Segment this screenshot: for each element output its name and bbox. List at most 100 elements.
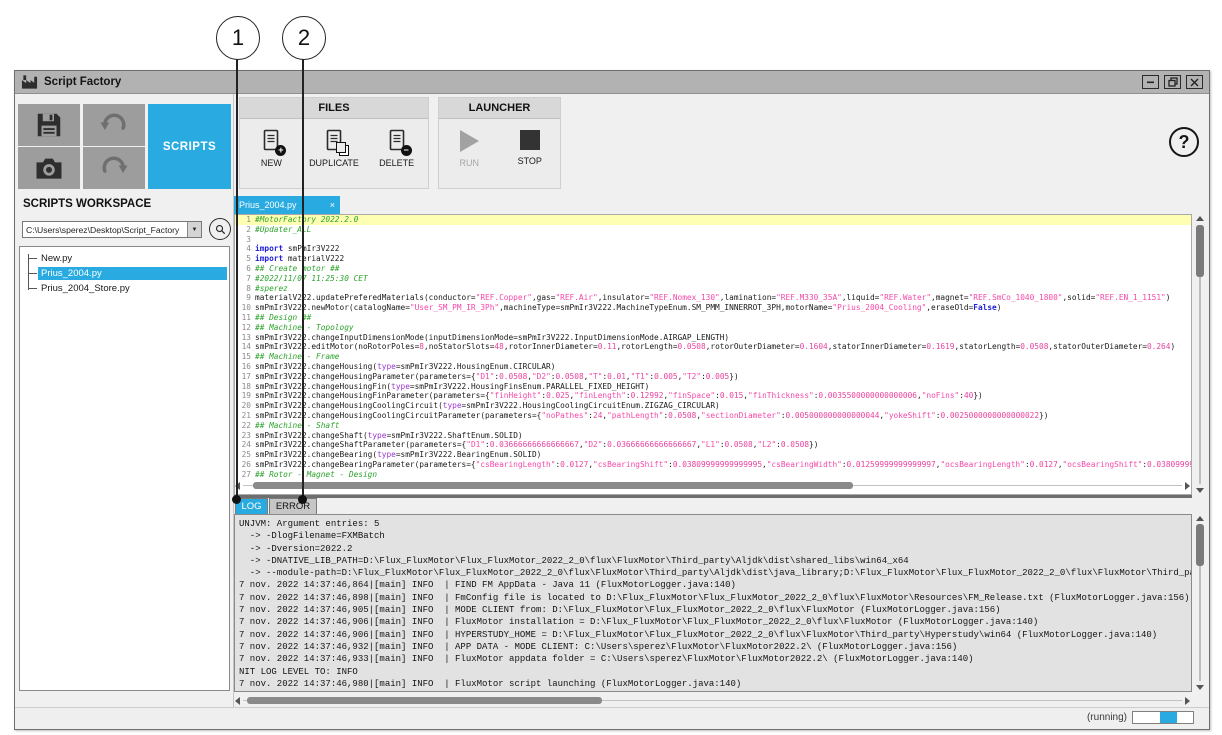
code-line-19[interactable]: 19smPmIr3V222.changeHousingFinParameter(…: [235, 391, 1191, 401]
line-number: 5: [235, 254, 255, 264]
tab-close-icon[interactable]: ×: [330, 200, 335, 210]
files-group-title: FILES: [240, 98, 428, 119]
code-line-24[interactable]: 24smPmIr3V222.changeShaftParameter(param…: [235, 440, 1191, 450]
stop-icon: [520, 130, 540, 150]
editor-vertical-scrollbar[interactable]: [1193, 215, 1207, 494]
file-item-New.py[interactable]: New.py: [28, 251, 227, 266]
restore-button[interactable]: [1164, 75, 1181, 89]
scroll-down-icon[interactable]: [1196, 488, 1204, 493]
code-text: #2022/11/07 11:25:30 CET: [255, 274, 368, 284]
code-line-23[interactable]: 23smPmIr3V222.changeShaft(type=smPmIr3V2…: [235, 431, 1191, 441]
code-line-9[interactable]: 9materialV222.updatePreferedMaterials(co…: [235, 293, 1191, 303]
code-line-1[interactable]: 1#MotorFactory 2022.2.0: [235, 215, 1191, 225]
code-editor[interactable]: 1#MotorFactory 2022.2.02#Updater_ALL34im…: [234, 214, 1192, 495]
editor-tab-prius-2004[interactable]: Prius_2004.py ×: [234, 196, 340, 214]
new-script-button[interactable]: + NEW: [241, 128, 301, 168]
line-number: 1: [235, 215, 255, 225]
scripts-tab-button[interactable]: SCRIPTS: [148, 104, 231, 189]
code-line-3[interactable]: 3: [235, 235, 1191, 245]
code-line-22[interactable]: 22## Machine - Shaft: [235, 421, 1191, 431]
code-line-25[interactable]: 25smPmIr3V222.changeBearing(type=smPmIr3…: [235, 450, 1191, 460]
code-line-5[interactable]: 5import materialV222: [235, 254, 1191, 264]
log-line-12: 7 nov. 2022 14:37:46,933|[main] INFO | F…: [239, 653, 1191, 665]
line-number: 20: [235, 401, 255, 411]
browse-folder-button[interactable]: [209, 218, 231, 240]
log-line-1: UNJVM: Argument entries: 5: [239, 518, 1191, 530]
files-group: FILES + NEW DUPLICATE −: [239, 97, 429, 189]
file-item-Prius_2004.py[interactable]: Prius_2004.py: [28, 266, 227, 281]
undo-button[interactable]: [83, 104, 145, 146]
editor-hscroll-thumb[interactable]: [253, 482, 853, 489]
duplicate-script-button[interactable]: DUPLICATE: [304, 128, 364, 168]
plus-badge-icon: +: [275, 145, 286, 156]
code-line-4[interactable]: 4import smPmIr3V222: [235, 244, 1191, 254]
code-line-8[interactable]: 8#sperez: [235, 284, 1191, 294]
line-number: 24: [235, 440, 255, 450]
file-item-Prius_2004_Store.py[interactable]: Prius_2004_Store.py: [28, 281, 227, 296]
code-line-10[interactable]: 10smPmIr3V222.newMotor(catalogName="User…: [235, 303, 1191, 313]
stop-button[interactable]: STOP: [504, 128, 556, 166]
editor-console-divider[interactable]: [234, 495, 1192, 498]
editor-vscroll-thumb[interactable]: [1196, 225, 1204, 277]
scroll-up-icon[interactable]: [1196, 216, 1204, 221]
line-number: 25: [235, 450, 255, 460]
title-bar[interactable]: Script Factory: [15, 71, 1209, 94]
duplicate-document-icon: [321, 128, 347, 154]
editor-horizontal-scrollbar[interactable]: [235, 480, 1190, 491]
code-line-20[interactable]: 20smPmIr3V222.changeHousingCoolingCircui…: [235, 401, 1191, 411]
save-button[interactable]: [18, 104, 80, 146]
delete-button-label: DELETE: [379, 158, 414, 168]
code-line-13[interactable]: 13smPmIr3V222.changeInputDimensionMode(i…: [235, 333, 1191, 343]
help-button[interactable]: ?: [1169, 127, 1199, 157]
callout-2: 2: [282, 16, 326, 60]
line-number: 8: [235, 284, 255, 294]
code-line-14[interactable]: 14smPmIr3V222.editMotor(noRotorPoles=8,n…: [235, 342, 1191, 352]
run-button[interactable]: RUN: [443, 128, 495, 168]
code-line-2[interactable]: 2#Updater_ALL: [235, 225, 1191, 235]
code-line-12[interactable]: 12## Machine - Topology: [235, 323, 1191, 333]
log-output-panel[interactable]: UNJVM: Argument entries: 5 -> -DlogFilen…: [234, 514, 1192, 692]
callout-2-dot: [298, 495, 307, 504]
callout-1-dot: [232, 495, 241, 504]
status-running-label: (running): [1087, 712, 1127, 723]
close-button[interactable]: [1186, 75, 1203, 89]
workspace-path-combobox[interactable]: C:\Users\sperez\Desktop\Script_Factory ▼: [22, 221, 202, 238]
scroll-right-icon[interactable]: [1185, 482, 1190, 490]
delete-script-button[interactable]: − DELETE: [367, 128, 427, 168]
progress-bar: [1132, 711, 1194, 724]
tab-error[interactable]: ERROR: [269, 498, 317, 515]
minimize-button[interactable]: [1142, 75, 1159, 89]
code-line-18[interactable]: 18smPmIr3V222.changeHousingFin(type=smPm…: [235, 382, 1191, 392]
code-line-11[interactable]: 11## Design ##: [235, 313, 1191, 323]
log-scroll-right-icon[interactable]: [1185, 697, 1190, 705]
log-scroll-left-icon[interactable]: [235, 697, 240, 705]
code-line-6[interactable]: 6## Create motor ##: [235, 264, 1191, 274]
code-line-16[interactable]: 16smPmIr3V222.changeHousing(type=smPmIr3…: [235, 362, 1191, 372]
redo-button[interactable]: [83, 147, 145, 189]
file-name: Prius_2004.py: [38, 267, 227, 280]
code-line-15[interactable]: 15## Machine - Frame: [235, 352, 1191, 362]
stop-button-label: STOP: [518, 156, 542, 166]
log-scroll-down-icon[interactable]: [1196, 685, 1204, 690]
log-horizontal-scrollbar[interactable]: [235, 695, 1190, 706]
log-vscroll-thumb[interactable]: [1196, 524, 1204, 566]
line-number: 15: [235, 352, 255, 362]
log-scroll-up-icon[interactable]: [1196, 516, 1204, 521]
log-hscroll-thumb[interactable]: [247, 697, 602, 704]
question-mark-icon: ?: [1179, 132, 1190, 153]
code-line-21[interactable]: 21smPmIr3V222.changeHousingCoolingCircui…: [235, 411, 1191, 421]
combo-dropdown-button[interactable]: ▼: [187, 222, 201, 237]
log-vertical-scrollbar[interactable]: [1193, 515, 1207, 691]
line-number: 27: [235, 470, 255, 480]
code-text: smPmIr3V222.changeHousingFin(type=smPmIr…: [255, 382, 649, 392]
log-line-10: 7 nov. 2022 14:37:46,906|[main] INFO | H…: [239, 629, 1191, 641]
line-number: 26: [235, 460, 255, 470]
code-line-17[interactable]: 17smPmIr3V222.changeHousingParameter(par…: [235, 372, 1191, 382]
code-text: ## Machine - Topology: [255, 323, 354, 333]
code-text: smPmIr3V222.changeShaft(type=smPmIr3V222…: [255, 431, 523, 441]
log-line-5: -> --module-path=D:\Flux_FluxMotor\Flux_…: [239, 567, 1191, 579]
code-line-27[interactable]: 27## Rotor - Magnet - Design: [235, 470, 1191, 480]
code-line-7[interactable]: 7#2022/11/07 11:25:30 CET: [235, 274, 1191, 284]
code-line-26[interactable]: 26smPmIr3V222.changeBearingParameter(par…: [235, 460, 1191, 470]
snapshot-button[interactable]: [18, 147, 80, 189]
